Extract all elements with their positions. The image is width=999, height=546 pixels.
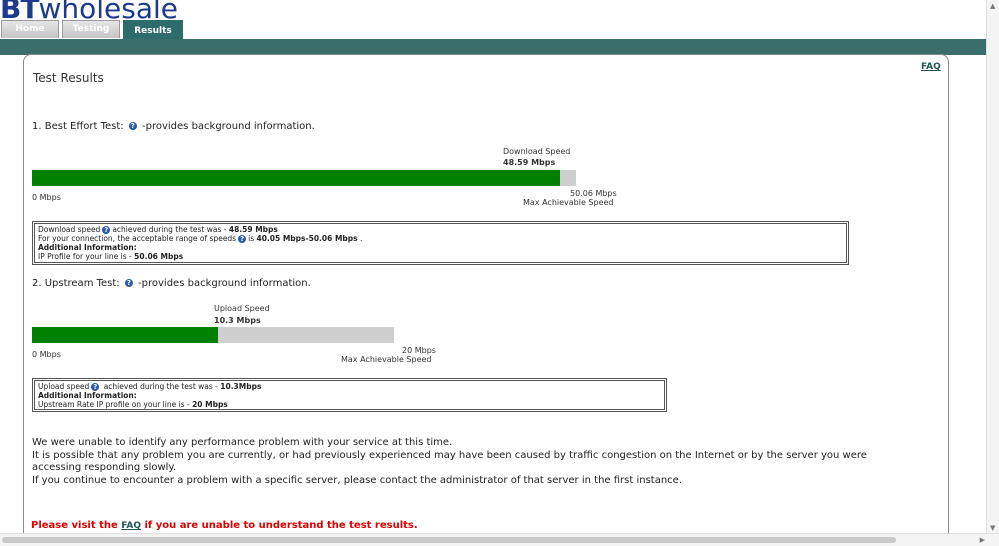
- scroll-down-icon[interactable]: ▼: [990, 524, 995, 532]
- upload-speed-bar-fill: [32, 327, 219, 343]
- help-icon[interactable]: ?: [124, 279, 133, 287]
- download-max-value: 50.06 Mbps: [570, 189, 617, 198]
- message-line: It is possible that any problem you are …: [32, 449, 867, 474]
- download-info-box: Download speed? achieved during the test …: [32, 221, 849, 265]
- upload-max-value: 20 Mbps: [402, 346, 436, 355]
- upload-speed-label: Upload Speed: [214, 304, 270, 313]
- download-speed-bar: [32, 170, 576, 186]
- info-text: .: [357, 234, 363, 243]
- info-text: achieved during the test was -: [101, 382, 221, 391]
- faq-link[interactable]: FAQ: [921, 62, 941, 72]
- help-icon[interactable]: ?: [102, 226, 111, 234]
- ip-profile-value: 50.06 Mbps: [134, 252, 184, 261]
- message-line: We were unable to identify any performan…: [32, 437, 453, 448]
- upstream-profile-value: 20 Mbps: [192, 400, 228, 409]
- faq-notice-text: Please visit the: [31, 520, 122, 531]
- info-line: Download speed? achieved during the test …: [38, 225, 843, 234]
- faq-notice: Please visit the FAQ if you are unable t…: [31, 520, 418, 531]
- upstream-suffix: -provides background information.: [138, 278, 311, 289]
- download-speed-bar-fill: [32, 170, 560, 186]
- upload-speed-result: 10.3Mbps: [220, 382, 262, 391]
- info-text: is: [248, 234, 257, 243]
- info-text: Upload speed: [38, 382, 90, 391]
- result-message: We were unable to identify any performan…: [32, 437, 912, 487]
- upstream-heading: 2. Upstream Test: ? -provides background…: [32, 278, 311, 289]
- upstream-title: 2. Upstream Test:: [32, 278, 120, 289]
- additional-info-heading: Additional Information:: [38, 391, 137, 400]
- info-line: For your connection, the acceptable rang…: [38, 234, 843, 243]
- help-icon[interactable]: ?: [91, 383, 100, 391]
- help-icon[interactable]: ?: [128, 122, 137, 130]
- additional-info-heading: Additional Information:: [38, 243, 137, 252]
- faq-notice-text: if you are unable to understand the test…: [141, 520, 418, 531]
- vertical-scrollbar[interactable]: ▲ ▼: [986, 0, 999, 534]
- info-text: For your connection, the acceptable rang…: [38, 234, 237, 243]
- header-bar: [0, 39, 999, 55]
- download-min-label: 0 Mbps: [32, 193, 61, 202]
- upload-info-box: Upload speed? achieved during the test w…: [32, 378, 667, 412]
- info-line: IP Profile for your line is - 50.06 Mbps: [38, 252, 843, 261]
- tab-testing[interactable]: Testing: [62, 20, 120, 38]
- acceptable-range: 40.05 Mbps-50.06 Mbps: [256, 234, 358, 243]
- faq-inline-link[interactable]: FAQ: [121, 521, 141, 531]
- info-text: achieved during the test was -: [112, 225, 229, 234]
- horizontal-scroll-thumb[interactable]: [2, 537, 896, 543]
- upload-speed-bar: [32, 327, 394, 343]
- tab-results[interactable]: Results: [123, 20, 183, 40]
- download-speed-label: Download Speed: [503, 147, 571, 156]
- tab-home[interactable]: Home: [1, 20, 59, 38]
- upload-speed-value: 10.3 Mbps: [214, 316, 261, 325]
- upload-max-label: Max Achievable Speed: [341, 355, 432, 364]
- page-title: Test Results: [33, 71, 104, 85]
- scroll-up-icon[interactable]: ▲: [990, 2, 995, 10]
- download-speed-result: 48.59 Mbps: [228, 225, 278, 234]
- page: BTwholesale Home Testing Results FAQ Tes…: [0, 0, 999, 546]
- info-line: Upload speed? achieved during the test w…: [38, 382, 661, 391]
- info-text: IP Profile for your line is -: [38, 252, 135, 261]
- download-max-label: Max Achievable Speed: [523, 198, 614, 207]
- best-effort-heading: 1. Best Effort Test: ? -provides backgro…: [32, 121, 315, 132]
- info-text: Download speed: [38, 225, 101, 234]
- help-icon[interactable]: ?: [238, 235, 247, 243]
- horizontal-scrollbar[interactable]: ▶: [0, 533, 999, 546]
- bt-wholesale-logo[interactable]: BTwholesale: [0, 0, 178, 25]
- info-text: Upstream Rate IP profile on your line is…: [38, 400, 193, 409]
- best-effort-title: 1. Best Effort Test:: [32, 121, 124, 132]
- download-speed-value: 48.59 Mbps: [503, 158, 556, 167]
- message-line: If you continue to encounter a problem w…: [32, 474, 682, 486]
- scroll-right-icon[interactable]: ▶: [980, 536, 985, 544]
- best-effort-suffix: -provides background information.: [142, 121, 315, 132]
- info-line: Upstream Rate IP profile on your line is…: [38, 400, 661, 409]
- upload-min-label: 0 Mbps: [32, 350, 61, 359]
